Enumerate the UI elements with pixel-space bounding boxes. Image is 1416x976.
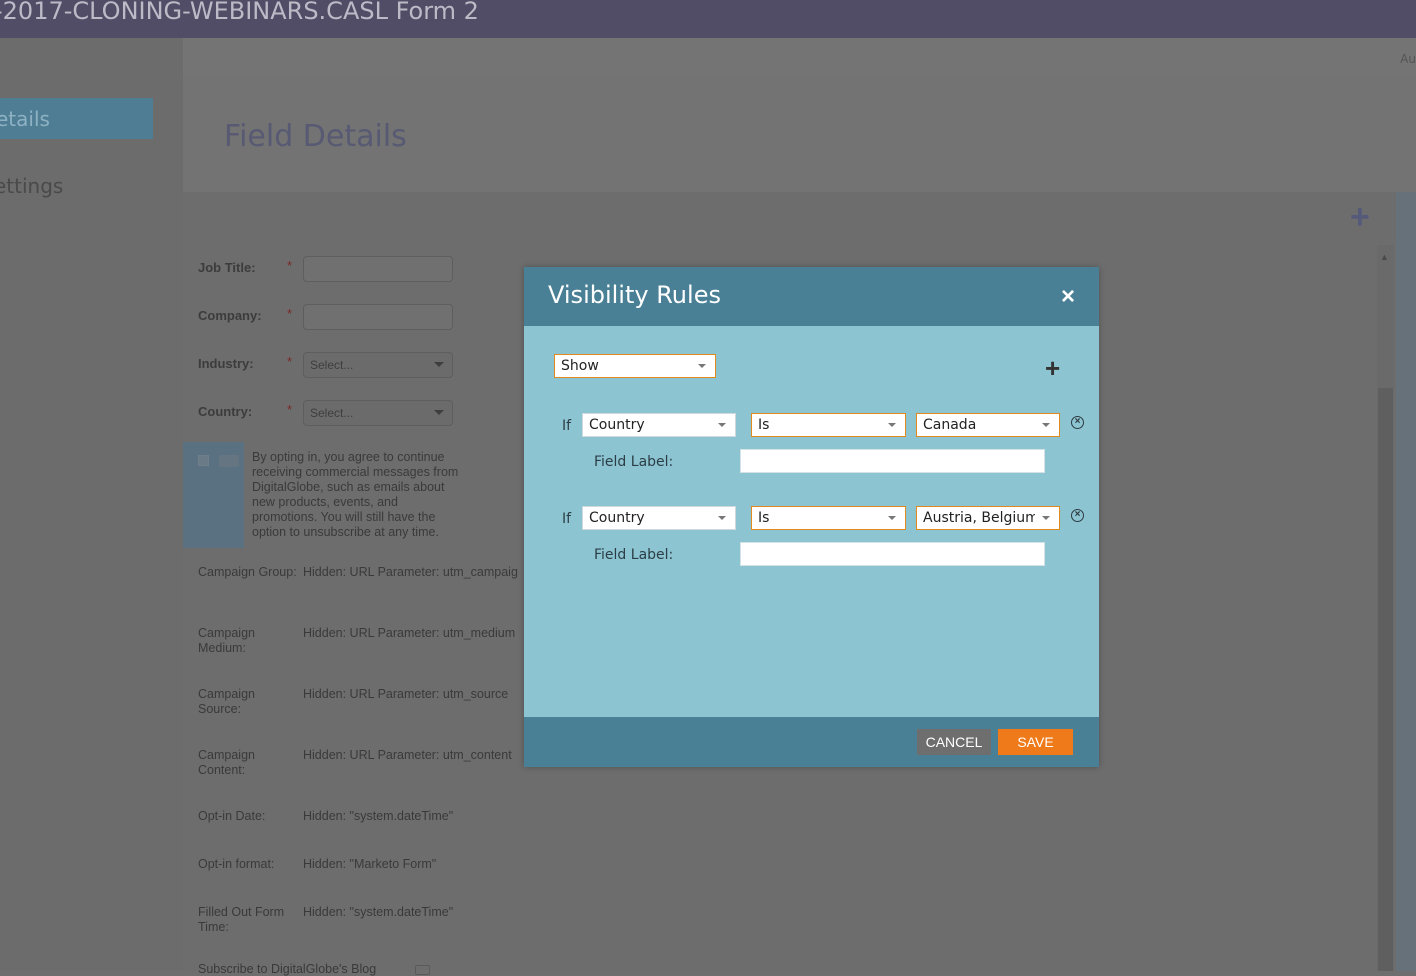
field-label-caption: Field Label: [594, 454, 674, 470]
optin-text: By opting in, you agree to continue rece… [252, 450, 459, 539]
rule-field-value: Country [589, 510, 645, 526]
hidden-field-value: Hidden: URL Parameter: utm_medium [303, 626, 516, 640]
hidden-field-value: Hidden: "system.dateTime" [303, 905, 454, 919]
chevron-down-icon [718, 516, 726, 520]
rule-value-select[interactable]: Canada [916, 413, 1060, 437]
hidden-field-label: Campaign Group: [198, 565, 297, 579]
window-title: -2017-CLONING-WEBINARS.CASL Form 2 [0, 0, 479, 25]
chevron-down-icon [698, 364, 706, 368]
plus-icon[interactable]: + [1350, 200, 1370, 234]
rule-if-label: If [562, 418, 572, 434]
hidden-field-value: Hidden: "Marketo Form" [303, 857, 437, 871]
toolbar-right-text[interactable]: Au [1400, 52, 1416, 66]
right-panel-edge [1396, 192, 1416, 971]
optin-checkbox[interactable] [198, 455, 209, 466]
rule-field-value: Country [589, 417, 645, 433]
show-hide-value: Show [561, 358, 599, 374]
hidden-field-label: Campaign Source: [198, 687, 255, 716]
rule-field-select[interactable]: Country [582, 413, 736, 437]
field-label-input[interactable] [740, 449, 1045, 473]
country-select[interactable]: Select... [303, 400, 453, 426]
save-button[interactable]: SAVE [998, 729, 1073, 755]
chevron-down-icon [1042, 516, 1050, 520]
sidebar-item-details[interactable]: etails [0, 98, 153, 139]
required-marker: * [287, 402, 293, 417]
required-marker: * [287, 258, 293, 273]
country-label: Country: [198, 404, 253, 419]
remove-rule-icon[interactable]: × [1071, 509, 1084, 522]
hidden-field-value: Hidden: URL Parameter: utm_content [303, 748, 512, 762]
scroll-up-arrow-icon[interactable]: ▲ [1380, 252, 1389, 262]
chevron-down-icon [434, 362, 444, 367]
field-label-caption: Field Label: [594, 547, 674, 563]
field-type-icon [219, 455, 239, 467]
industry-select[interactable]: Select... [303, 352, 453, 378]
hidden-field-label: Filled Out Form Time: [198, 905, 285, 934]
chevron-down-icon [1042, 423, 1050, 427]
remove-rule-icon[interactable]: × [1071, 416, 1084, 429]
company-label: Company: [198, 308, 262, 323]
rule-operator-value: Is [758, 510, 770, 526]
rule-field-select[interactable]: Country [582, 506, 736, 530]
subscribe-blog-checkbox[interactable] [415, 965, 430, 975]
job-title-label: Job Title: [198, 260, 256, 275]
visibility-rules-dialog: Visibility Rules × Show + If Country Is … [524, 267, 1099, 767]
rule-if-label: If [562, 511, 572, 527]
hidden-field-value: Hidden: URL Parameter: utm_source [303, 687, 509, 701]
chevron-down-icon [434, 410, 444, 415]
industry-label: Industry: [198, 356, 254, 371]
chevron-down-icon [718, 423, 726, 427]
dialog-header: Visibility Rules × [524, 267, 1099, 326]
rule-operator-select[interactable]: Is [751, 413, 906, 437]
hidden-field-label: Opt-in Date: [198, 809, 266, 823]
plus-icon[interactable]: + [1045, 355, 1060, 381]
left-sidebar: etails ettings [0, 38, 184, 971]
scrollbar-thumb[interactable] [1378, 388, 1393, 971]
rule-value-value: Austria, Belgium, [923, 510, 1035, 526]
required-marker: * [287, 354, 293, 369]
company-input[interactable] [303, 304, 453, 330]
rule-operator-value: Is [758, 417, 770, 433]
dialog-title: Visibility Rules [548, 281, 721, 309]
secondary-toolbar: Au [183, 38, 1416, 79]
chevron-down-icon [888, 516, 896, 520]
page-title: Field Details [224, 119, 407, 154]
required-marker: * [287, 306, 293, 321]
show-hide-select[interactable]: Show [554, 354, 716, 378]
industry-select-value: Select... [310, 358, 354, 372]
hidden-field-value: Hidden: "system.dateTime" [303, 809, 454, 823]
hidden-field-label: Opt-in format: [198, 857, 275, 871]
sidebar-item-label: etails [0, 107, 50, 131]
chevron-down-icon [888, 423, 896, 427]
hidden-field-label: Campaign Content: [198, 748, 255, 777]
close-icon[interactable]: × [1057, 285, 1079, 309]
cancel-button[interactable]: CANCEL [917, 729, 991, 755]
rule-value-select[interactable]: Austria, Belgium, [916, 506, 1060, 530]
window-titlebar: -2017-CLONING-WEBINARS.CASL Form 2 [0, 0, 1416, 38]
country-select-value: Select... [310, 406, 354, 420]
subscribe-blog-label: Subscribe to DigitalGlobe's Blog [198, 962, 377, 976]
hidden-field-value: Hidden: URL Parameter: utm_campaig [303, 565, 518, 579]
rule-value-value: Canada [923, 417, 977, 433]
job-title-input[interactable] [303, 256, 453, 282]
sidebar-item-label: ettings [0, 174, 64, 198]
rule-operator-select[interactable]: Is [751, 506, 906, 530]
field-label-input[interactable] [740, 542, 1045, 566]
hidden-field-label: Campaign Medium: [198, 626, 255, 655]
